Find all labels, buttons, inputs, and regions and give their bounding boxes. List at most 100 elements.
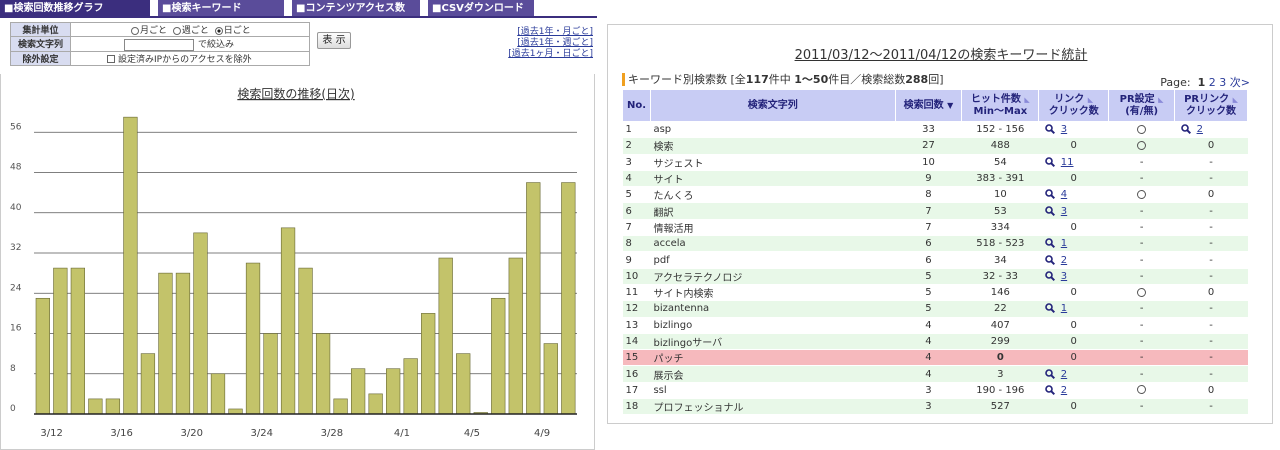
search-icon[interactable] xyxy=(1044,238,1055,249)
row-hits: 146 xyxy=(961,284,1039,302)
keyword-table-body: 1 asp 33 152 - 156 3 2 2 検索 27 488 0 0 3 サジェスト 10 54 11-… xyxy=(622,121,1248,416)
pr-value: - xyxy=(1139,352,1144,364)
pr-value: - xyxy=(1139,221,1144,233)
row-link: 2 xyxy=(1038,382,1109,400)
col-prlink[interactable]: PRリンク ◣ クリック数 xyxy=(1174,89,1248,122)
pr-value: - xyxy=(1139,270,1144,282)
submit-button[interactable]: 表 示 xyxy=(317,32,351,49)
search-icon[interactable] xyxy=(1180,124,1191,135)
pr-value: - xyxy=(1139,156,1144,168)
row-pr: - xyxy=(1108,219,1175,237)
table-row: 14 bizlingoサーバ 4 299 0 - - xyxy=(622,333,1248,351)
link-click-count[interactable]: 1 xyxy=(1061,303,1067,314)
link-click-count[interactable]: 2 xyxy=(1061,255,1067,266)
row-pr xyxy=(1108,137,1175,155)
row-keyword: bizantenna xyxy=(650,300,896,318)
search-icon[interactable] xyxy=(1044,303,1055,314)
link-click-count[interactable]: 3 xyxy=(1061,206,1067,217)
exclude-cell: 設定済みIPからのアクセスを除外 xyxy=(70,50,310,66)
tab-csv-download[interactable]: ■CSVダウンロード xyxy=(428,0,534,17)
link-click-count: 0 xyxy=(1070,287,1077,299)
radio-week[interactable] xyxy=(172,26,181,35)
row-pr xyxy=(1108,121,1175,139)
pr-value: - xyxy=(1139,254,1144,266)
row-hits: 488 xyxy=(961,137,1039,155)
radio-day[interactable] xyxy=(214,26,223,35)
search-icon[interactable] xyxy=(1044,156,1055,167)
radio-month[interactable] xyxy=(131,26,139,35)
row-pr: - xyxy=(1108,170,1175,188)
row-count: 9 xyxy=(895,170,962,188)
search-icon[interactable] xyxy=(1044,124,1055,135)
tab-search-graph[interactable]: ■検索回数推移グラフ xyxy=(0,0,150,17)
row-keyword: ssl xyxy=(650,382,896,400)
row-no: 10 xyxy=(622,268,651,285)
pager-page-2[interactable]: 2 xyxy=(1209,76,1216,89)
link-click-count[interactable]: 11 xyxy=(1061,157,1074,168)
prlink-click-count: - xyxy=(1209,238,1213,250)
query-input[interactable] xyxy=(124,38,194,51)
row-no: 12 xyxy=(622,300,651,318)
search-icon[interactable] xyxy=(1044,271,1055,281)
row-prlink: - xyxy=(1174,235,1248,253)
tab-content-access[interactable]: ■コンテンツアクセス数 xyxy=(292,0,420,17)
table-row: 5 たんくろ 8 10 4 0 xyxy=(622,186,1248,204)
x-tick-label: 3/16 xyxy=(110,428,132,439)
x-tick-label: 4/1 xyxy=(394,428,410,439)
y-tick-label: 40 xyxy=(10,203,22,213)
period-year-week-link[interactable]: [過去1年・週ごと] xyxy=(481,38,593,49)
row-link: 4 xyxy=(1038,186,1109,204)
pager-page-3[interactable]: 3 xyxy=(1219,76,1226,89)
row-link: 2 xyxy=(1038,365,1109,383)
link-click-count[interactable]: 3 xyxy=(1061,124,1067,135)
link-click-count[interactable]: 4 xyxy=(1061,189,1067,200)
row-link: 11 xyxy=(1038,154,1109,171)
exclude-checkbox[interactable] xyxy=(107,55,115,63)
x-tick-label: 3/12 xyxy=(40,428,62,439)
prlink-click-count: - xyxy=(1209,254,1213,266)
table-row: 2 検索 27 488 0 0 xyxy=(622,137,1248,155)
row-prlink: - xyxy=(1174,202,1248,220)
row-prlink: 0 xyxy=(1174,186,1248,204)
prlink-click-count[interactable]: 2 xyxy=(1197,124,1203,135)
row-count: 5 xyxy=(895,268,962,285)
row-hits: 383 - 391 xyxy=(961,170,1039,188)
search-icon[interactable] xyxy=(1044,189,1055,200)
search-icon[interactable] xyxy=(1044,205,1055,216)
search-count-chart: 検索回数の推移(日次) 0 8 16 24 32 40 48 56 3/12 3/16 3/20 3/2… xyxy=(10,86,577,439)
keyword-panel: 2011/03/12～2011/04/12の検索キーワード統計 キーワード別検索… xyxy=(607,24,1273,424)
row-prlink: - xyxy=(1174,317,1248,334)
query-label: 検索文字列 xyxy=(10,36,71,52)
col-count[interactable]: 検索回数 ▼ xyxy=(894,89,963,122)
table-row: 11 サイト内検索 5 146 0 0 xyxy=(622,284,1248,302)
row-link: 0 xyxy=(1038,398,1109,416)
row-hits: 407 xyxy=(961,317,1039,334)
row-pr: - xyxy=(1108,251,1175,269)
period-month-day-link[interactable]: [過去1ヶ月・日ごと] xyxy=(481,49,593,60)
prlink-click-count: - xyxy=(1209,303,1213,315)
col-link[interactable]: リンク ◣ クリック数 xyxy=(1038,89,1110,122)
prlink-click-count: - xyxy=(1209,352,1213,364)
pager-next[interactable]: 次> xyxy=(1230,76,1250,89)
search-icon[interactable] xyxy=(1044,368,1055,379)
row-no: 18 xyxy=(622,398,651,416)
table-row: 8 accela 6 518 - 523 1 - - xyxy=(622,235,1248,253)
y-tick-label: 24 xyxy=(10,283,22,293)
link-click-count[interactable]: 2 xyxy=(1061,369,1067,380)
period-year-month-link[interactable]: [過去1年・月ごと] xyxy=(481,27,593,38)
col-pr[interactable]: PR設定 ◣ (有/無) xyxy=(1108,89,1176,122)
row-prlink: - xyxy=(1174,251,1248,269)
col-hits[interactable]: ヒット件数 ◣ Min～Max xyxy=(961,89,1040,122)
pr-enabled-circle-icon xyxy=(1137,385,1147,395)
table-row: 9 pdf 6 34 2 - - xyxy=(622,251,1248,269)
link-click-count[interactable]: 1 xyxy=(1061,238,1067,249)
row-keyword: サイト xyxy=(650,170,896,188)
x-tick-label: 3/28 xyxy=(321,428,343,439)
tab-search-keyword[interactable]: ■検索キーワード xyxy=(158,0,284,17)
link-click-count[interactable]: 3 xyxy=(1061,271,1067,282)
search-icon[interactable] xyxy=(1044,254,1055,265)
row-keyword: プロフェッショナル xyxy=(650,398,896,416)
search-icon[interactable] xyxy=(1044,385,1055,395)
link-click-count[interactable]: 2 xyxy=(1061,385,1067,396)
row-hits: 34 xyxy=(961,251,1039,269)
